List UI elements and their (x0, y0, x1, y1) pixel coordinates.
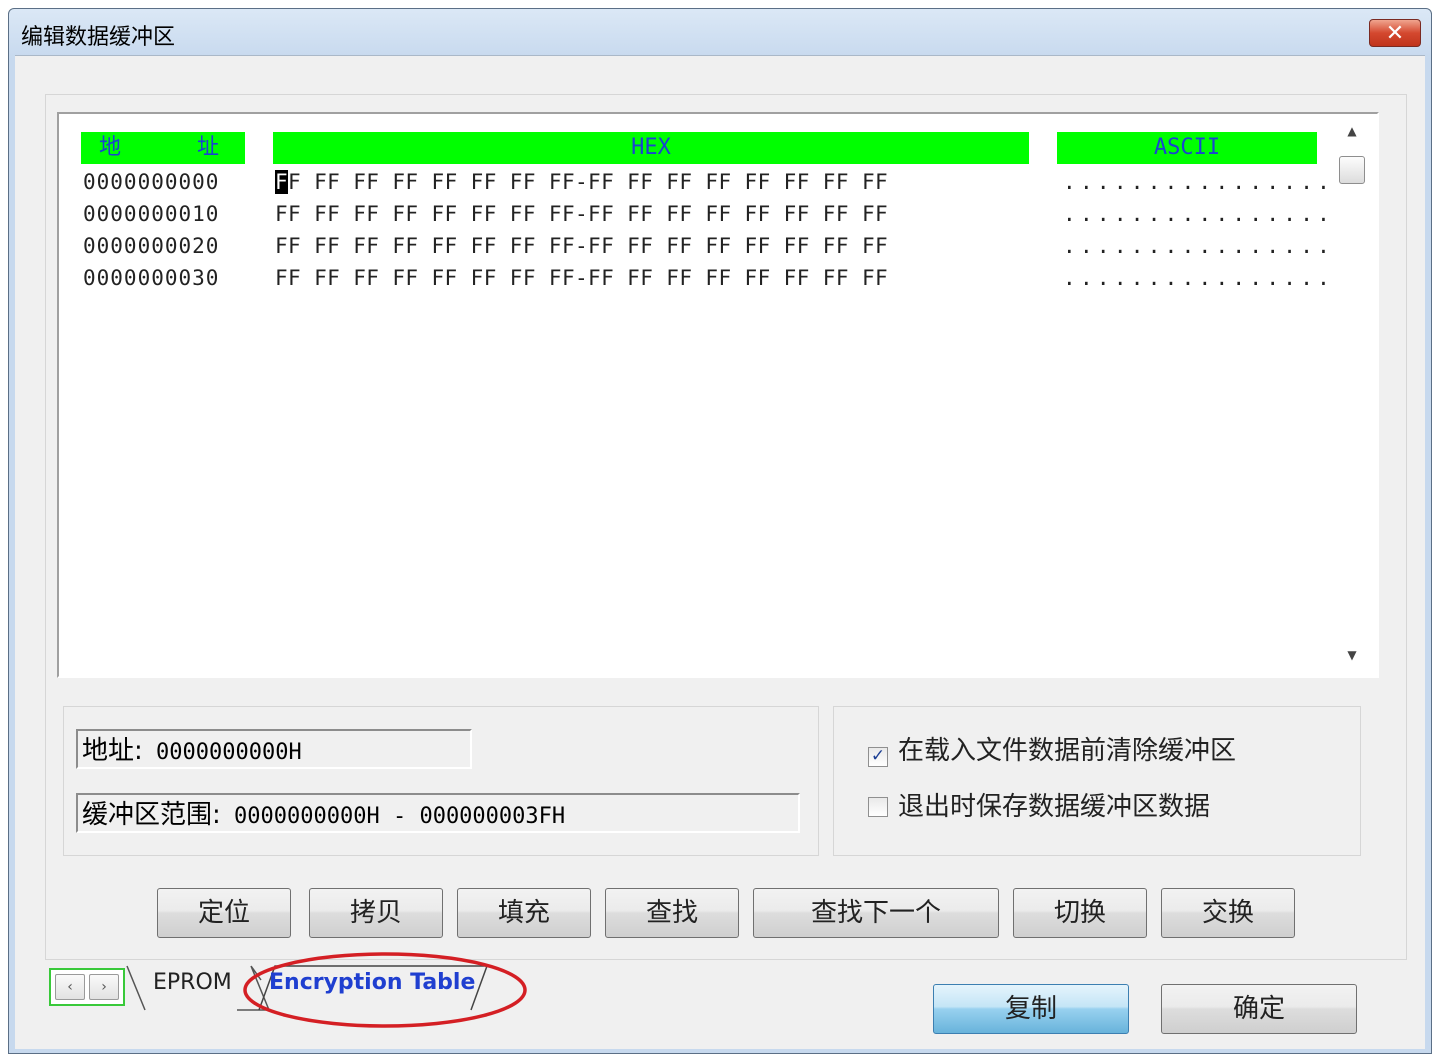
hex-column-header: HEX (273, 132, 1029, 164)
buffer-range-label: 缓冲区范围: (82, 800, 221, 830)
dialog-client-area: 地 址 HEX ASCII 0000000000 FF FF FF FF FF … (15, 55, 1425, 1049)
tab-encryption-table[interactable]: Encryption Table (269, 970, 475, 995)
scroll-up-arrow-icon[interactable]: ▲ (1343, 124, 1361, 142)
title-bar[interactable]: 编辑数据缓冲区 ✕ (9, 9, 1431, 55)
row-address: 0000000010 (83, 202, 220, 226)
address-info-group: 地址: 0000000000H 缓冲区范围: 0000000000H - 000… (63, 706, 819, 856)
vertical-scrollbar[interactable]: ▲ ▼ (1335, 120, 1369, 670)
clear-before-load-checkbox[interactable]: ✓ (868, 747, 888, 767)
hex-editor-grid[interactable]: 地 址 HEX ASCII 0000000000 FF FF FF FF FF … (57, 112, 1379, 678)
close-button[interactable]: ✕ (1369, 19, 1421, 47)
save-on-exit-label: 退出时保存数据缓冲区数据 (898, 792, 1211, 822)
row-hex-bytes[interactable]: FF FF FF FF FF FF FF FF-FF FF FF FF FF F… (275, 166, 888, 198)
buffer-options-group: ✓ 在载入文件数据前清除缓冲区 退出时保存数据缓冲区数据 (833, 706, 1361, 856)
address-column-header: 地 址 (81, 132, 245, 164)
address-header-char-1: 地 (99, 135, 122, 160)
buffer-range-value: 0000000000H - 000000003FH (234, 804, 566, 829)
find-next-button[interactable]: 查找下一个 (753, 888, 999, 938)
row-address: 0000000020 (83, 234, 220, 258)
address-header-char-2: 址 (197, 135, 220, 160)
ascii-column-header: ASCII (1057, 132, 1317, 164)
row-ascii[interactable]: ................ (1063, 198, 1334, 230)
switch-button[interactable]: 切换 (1013, 888, 1147, 938)
buffer-range-field: 缓冲区范围: 0000000000H - 000000003FH (76, 793, 800, 833)
row-hex-bytes[interactable]: FF FF FF FF FF FF FF FF-FF FF FF FF FF F… (275, 198, 888, 230)
edit-buffer-dialog: 编辑数据缓冲区 ✕ 地 址 HEX ASCII 0000000000 FF FF… (8, 8, 1432, 1054)
fill-button[interactable]: 填充 (457, 888, 591, 938)
row-ascii[interactable]: ................ (1063, 230, 1334, 262)
save-on-exit-checkbox[interactable] (868, 797, 888, 817)
clear-before-load-option[interactable]: ✓ 在载入文件数据前清除缓冲区 (868, 733, 1236, 769)
tab-eprom[interactable]: EPROM (153, 970, 232, 995)
find-button[interactable]: 查找 (605, 888, 739, 938)
tab-scroll-control: ‹ › (49, 968, 125, 1006)
row-ascii[interactable]: ................ (1063, 262, 1334, 294)
address-label: 地址: (82, 736, 143, 766)
row-ascii[interactable]: ................ (1063, 166, 1334, 198)
duplicate-button[interactable]: 复制 (933, 984, 1129, 1034)
scroll-down-arrow-icon[interactable]: ▼ (1343, 648, 1361, 666)
window-title: 编辑数据缓冲区 (21, 25, 176, 50)
tab-outline-decoration (126, 952, 527, 1028)
locate-button[interactable]: 定位 (157, 888, 291, 938)
save-on-exit-option[interactable]: 退出时保存数据缓冲区数据 (868, 789, 1210, 825)
ok-button[interactable]: 确定 (1161, 984, 1357, 1034)
swap-button[interactable]: 交换 (1161, 888, 1295, 938)
row-hex-bytes[interactable]: FF FF FF FF FF FF FF FF-FF FF FF FF FF F… (275, 230, 888, 262)
row-hex-rest: F FF FF FF FF FF FF FF-FF FF FF FF FF FF… (288, 170, 889, 194)
address-field: 地址: 0000000000H (76, 729, 472, 769)
edit-cursor: F (275, 170, 289, 194)
copy-button[interactable]: 拷贝 (309, 888, 443, 938)
row-address: 0000000000 (83, 170, 220, 194)
scroll-thumb[interactable] (1339, 156, 1365, 184)
tab-scroll-left-icon[interactable]: ‹ (55, 974, 85, 1000)
address-value: 0000000000H (156, 740, 302, 765)
clear-before-load-label: 在载入文件数据前清除缓冲区 (898, 736, 1237, 766)
row-hex-bytes[interactable]: FF FF FF FF FF FF FF FF-FF FF FF FF FF F… (275, 262, 888, 294)
row-address: 0000000030 (83, 266, 220, 290)
